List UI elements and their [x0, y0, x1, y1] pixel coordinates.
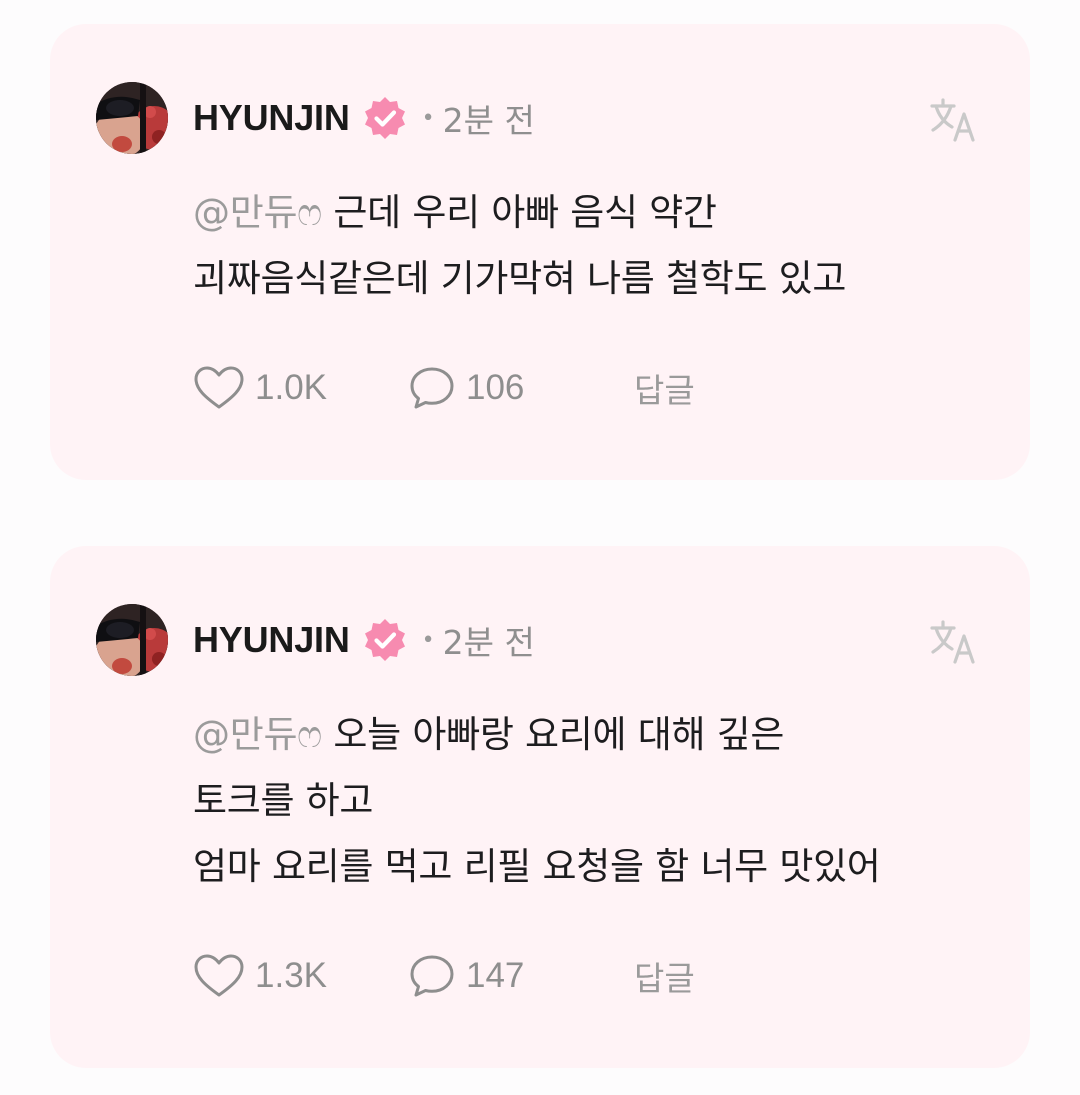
- comment-text: @만듀ෆ 오늘 아빠랑 요리에 대해 깊은 토크를 하고 엄마 요리를 먹고 리…: [193, 702, 983, 900]
- text-line: 근데 우리 아빠 음식 약간: [333, 191, 717, 234]
- mention-link[interactable]: @만듀ෆ: [193, 191, 322, 234]
- translate-icon[interactable]: [928, 616, 980, 668]
- comment-count: 147: [466, 956, 525, 995]
- translate-icon[interactable]: [928, 94, 980, 146]
- timestamp: 2분 전: [442, 101, 535, 140]
- timestamp: 2분 전: [442, 623, 535, 662]
- comment-count: 106: [466, 368, 525, 407]
- comment-text: @만듀ෆ 근데 우리 아빠 음식 약간 괴짜음식같은데 기가막혀 나름 철학도 …: [193, 180, 983, 312]
- author-name[interactable]: HYUNJIN: [193, 619, 350, 661]
- comment-button[interactable]: 147: [408, 953, 634, 999]
- separator-dot: •: [421, 627, 435, 653]
- author-row: HYUNJIN • 2분 전: [193, 94, 535, 142]
- text-line: 오늘 아빠랑 요리에 대해 깊은: [333, 713, 785, 756]
- reply-button[interactable]: 답글: [634, 952, 695, 1000]
- comment-card: HYUNJIN • 2분 전 @만듀ෆ 근데 우리 아빠 음식 약간 괴짜음식같…: [50, 24, 1030, 480]
- like-count: 1.3K: [255, 956, 327, 995]
- heart-icon: [194, 954, 244, 997]
- avatar[interactable]: [96, 604, 168, 676]
- speech-bubble-icon: [410, 955, 454, 997]
- text-line: 엄마 요리를 먹고 리필 요청을 함 너무 맛있어: [193, 845, 881, 888]
- text-line: 토크를 하고: [193, 779, 374, 822]
- author-name[interactable]: HYUNJIN: [193, 97, 350, 139]
- avatar[interactable]: [96, 82, 168, 154]
- verified-badge-icon: [362, 95, 408, 141]
- like-button[interactable]: 1.0K: [193, 365, 408, 411]
- verified-badge-icon: [362, 617, 408, 663]
- speech-bubble-icon: [410, 367, 454, 409]
- like-count: 1.0K: [255, 368, 327, 407]
- avatar-image: [96, 604, 168, 676]
- text-line: 괴짜음식같은데 기가막혀 나름 철학도 있고: [193, 257, 847, 300]
- avatar-image: [96, 82, 168, 154]
- action-bar: 1.0K 106 답글: [193, 360, 695, 416]
- comment-card: HYUNJIN • 2분 전 @만듀ෆ 오늘 아빠랑 요리에 대해 깊은 토크를…: [50, 546, 1030, 1068]
- mention-link[interactable]: @만듀ෆ: [193, 713, 322, 756]
- separator-dot: •: [421, 105, 435, 131]
- comment-button[interactable]: 106: [408, 365, 634, 411]
- author-row: HYUNJIN • 2분 전: [193, 616, 535, 664]
- heart-icon: [194, 366, 244, 409]
- reply-button[interactable]: 답글: [634, 364, 695, 412]
- like-button[interactable]: 1.3K: [193, 953, 408, 999]
- action-bar: 1.3K 147 답글: [193, 948, 695, 1004]
